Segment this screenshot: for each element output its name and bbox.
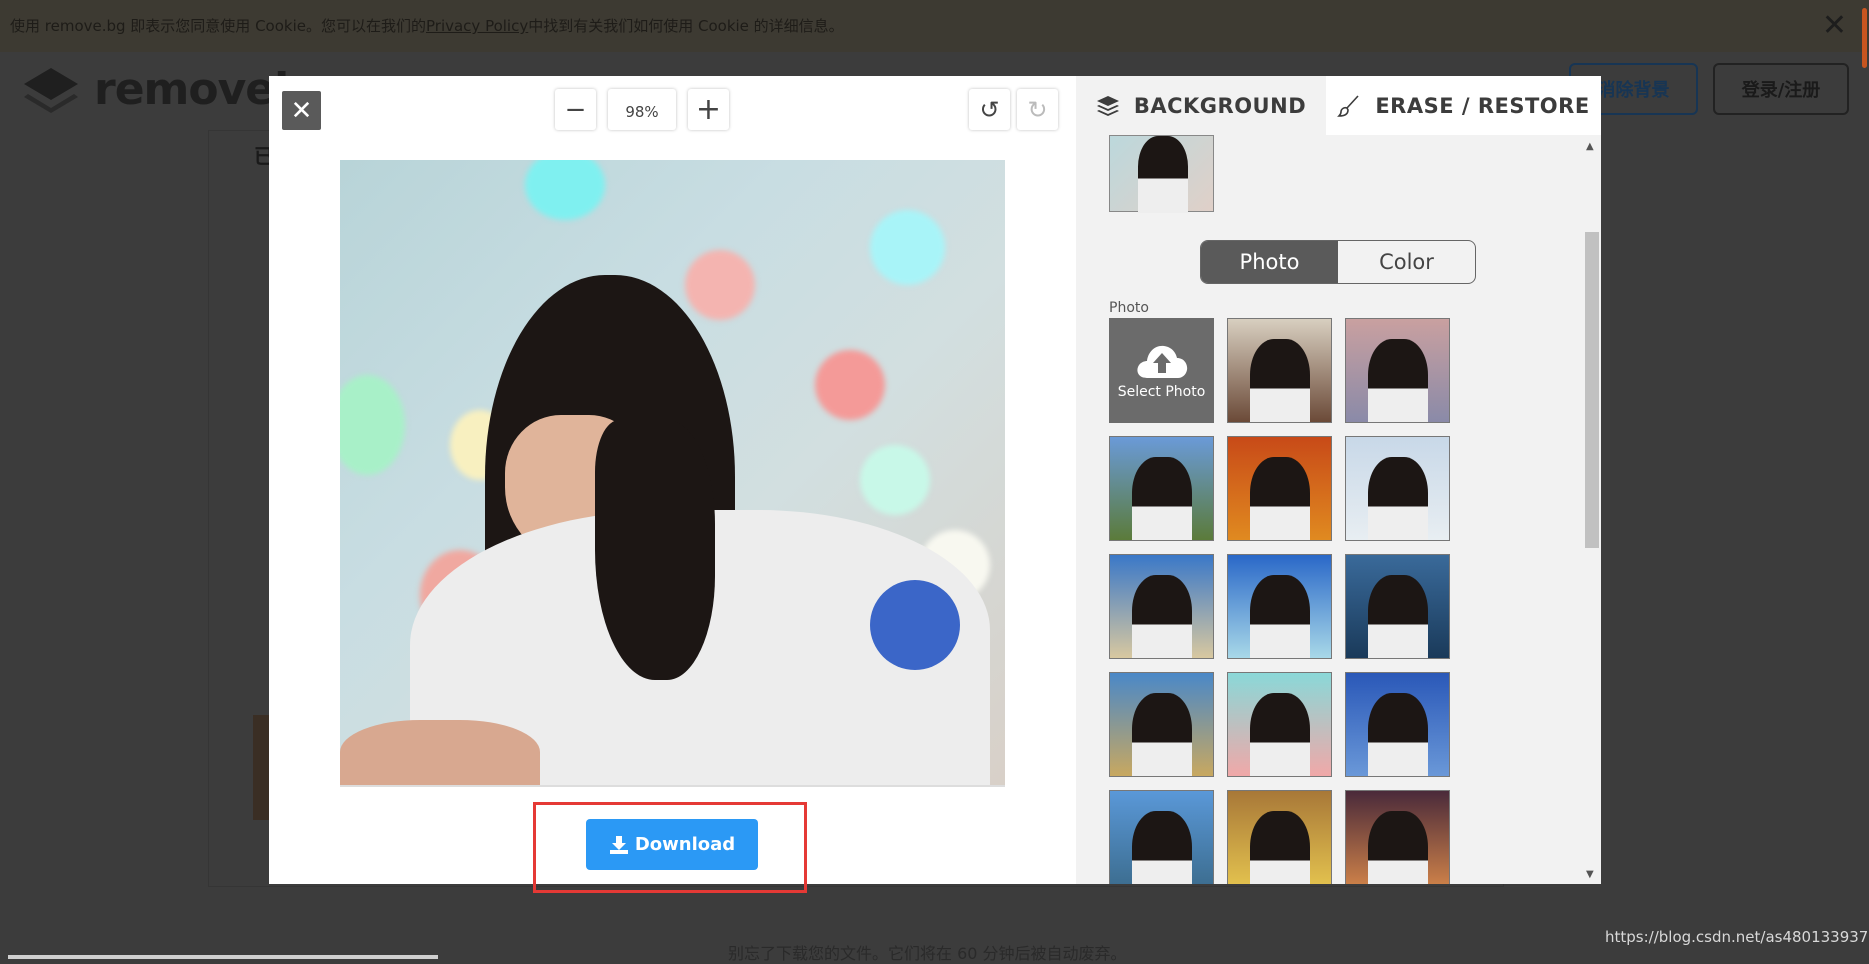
hair-front	[595, 420, 715, 680]
section-label: Photo	[1109, 300, 1149, 316]
bokeh-light	[340, 375, 405, 475]
shirt-logo	[870, 580, 960, 670]
redo-button[interactable]: ↻	[1017, 89, 1058, 130]
tab-label: BACKGROUND	[1133, 93, 1307, 118]
cookie-close-icon[interactable]: ✕	[1822, 11, 1847, 41]
expiry-notice: 别忘了下载您的文件。它们将在 60 分钟后被自动废弃。	[728, 944, 1127, 963]
download-button[interactable]: Download	[586, 819, 758, 870]
girl-figure	[1368, 811, 1428, 884]
girl-figure	[1250, 575, 1310, 658]
logo[interactable]: removeb	[22, 64, 306, 115]
privacy-policy-link[interactable]: Privacy Policy	[426, 17, 528, 35]
girl-figure	[1132, 575, 1192, 658]
bokeh-light	[525, 160, 605, 220]
background-thumbnail-wooden-house[interactable]	[1227, 790, 1332, 884]
arm	[340, 720, 540, 785]
cookie-text-end: 中找到有关我们如何使用 Cookie 的详细信息。	[528, 17, 844, 35]
watermark: https://blog.csdn.net/as480133937	[1605, 928, 1869, 946]
close-button[interactable]: ✕	[282, 91, 321, 130]
girl-figure	[1132, 457, 1192, 540]
logo-icon	[24, 67, 78, 113]
bokeh-light	[685, 250, 755, 320]
brush-icon	[1337, 94, 1359, 117]
background-thumbnail-sunset-clouds[interactable]	[1345, 318, 1450, 423]
background-thumbnail-alpine-lake[interactable]	[1109, 790, 1214, 884]
zoom-in-button[interactable]: +	[688, 89, 729, 130]
girl-figure	[1250, 811, 1310, 884]
girl-figure	[1132, 811, 1192, 884]
girl-figure	[1138, 136, 1188, 213]
background-thumbnail-autumn-forest[interactable]	[1227, 436, 1332, 541]
page-scrollbar[interactable]	[1862, 8, 1867, 68]
scroll-down-arrow[interactable]: ▼	[1586, 869, 1594, 880]
background-thumbnail-coast-cliffs[interactable]	[1109, 672, 1214, 777]
background-thumbnail-mountain-cabin[interactable]	[1109, 436, 1214, 541]
current-background-thumbnail[interactable]	[1109, 135, 1214, 213]
girl-figure	[1250, 457, 1310, 540]
thumbnail-grid: Select Photo	[1109, 318, 1450, 884]
background-thumbnail-cafe[interactable]	[1227, 318, 1332, 423]
download-label: Download	[634, 834, 736, 855]
login-signup-button[interactable]: 登录/注册	[1713, 63, 1849, 115]
girl-figure	[1250, 693, 1310, 776]
toggle-photo[interactable]: Photo	[1201, 241, 1338, 283]
select-photo-button[interactable]: Select Photo	[1109, 318, 1214, 423]
cookie-text: 使用 remove.bg 即表示您同意使用 Cookie。您可以在我们的	[10, 17, 426, 35]
toggle-color[interactable]: Color	[1338, 241, 1475, 283]
bokeh-light	[870, 210, 945, 285]
bokeh-light	[860, 445, 930, 515]
photo-color-toggle: Photo Color	[1200, 240, 1476, 284]
background-image	[253, 715, 270, 820]
cookie-banner: 使用 remove.bg 即表示您同意使用 Cookie。您可以在我们的Priv…	[0, 0, 1869, 52]
cloud-upload-icon	[1136, 345, 1187, 378]
girl-figure	[1250, 339, 1310, 422]
undo-button[interactable]: ↺	[969, 89, 1010, 130]
horizontal-scrollbar[interactable]	[8, 955, 438, 959]
download-icon	[609, 835, 628, 854]
background-thumbnail-foggy-city[interactable]	[1345, 436, 1450, 541]
tab-label: ERASE / RESTORE	[1375, 93, 1590, 118]
tab-background[interactable]: BACKGROUND	[1076, 76, 1326, 135]
background-thumbnail-sunrays-sky[interactable]	[1227, 554, 1332, 659]
preview-image	[340, 160, 1005, 787]
zoom-out-button[interactable]: −	[555, 89, 596, 130]
girl-figure	[1368, 575, 1428, 658]
scroll-up-arrow[interactable]: ▲	[1586, 141, 1594, 152]
background-thumbnail-bokeh[interactable]	[1227, 672, 1332, 777]
zoom-level: 98%	[608, 89, 676, 130]
background-thumbnail-blue-lake[interactable]	[1345, 672, 1450, 777]
redo-icon: ↻	[1027, 95, 1048, 124]
girl-figure	[1368, 457, 1428, 540]
background-thumbnail-lake-mountains[interactable]	[1345, 554, 1450, 659]
tab-erase-restore[interactable]: ERASE / RESTORE	[1326, 76, 1601, 135]
background-thumbnail-palm-beach[interactable]	[1109, 554, 1214, 659]
girl-figure	[1368, 693, 1428, 776]
editor-modal: ✕ − 98% + ↺ ↻ Download BACKGROUND ERASE …	[269, 76, 1601, 893]
girl-figure	[1132, 693, 1192, 776]
girl-figure	[1368, 339, 1428, 422]
layers-icon	[1096, 95, 1119, 116]
background-thumbnail-city-street[interactable]	[1345, 790, 1450, 884]
bokeh-light	[815, 350, 885, 420]
select-photo-label: Select Photo	[1117, 383, 1206, 400]
panel-scrollbar[interactable]: ▲ ▼	[1582, 135, 1601, 884]
scrollbar-thumb[interactable]	[1585, 232, 1599, 548]
undo-icon: ↺	[979, 95, 1000, 124]
background-panel: BACKGROUND ERASE / RESTORE Photo Color P…	[1076, 76, 1601, 884]
